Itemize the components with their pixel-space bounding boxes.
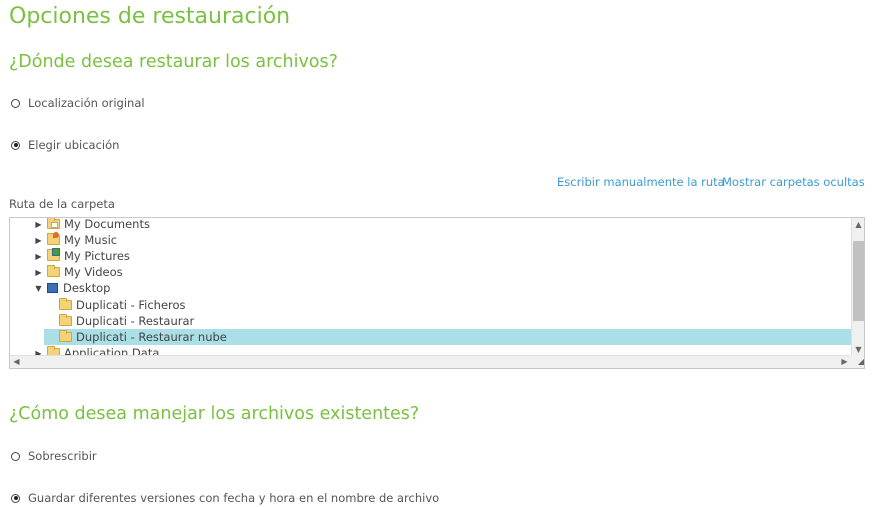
- tree-item-label: My Music: [64, 233, 118, 247]
- radio-label: Localización original: [28, 96, 145, 110]
- folder-icon: [59, 298, 72, 310]
- existing-files-heading: ¿Cómo desea manejar los archivos existen…: [9, 404, 420, 424]
- vertical-scrollbar[interactable]: ▲ ▼: [851, 218, 864, 357]
- radio-label: Guardar diferentes versiones con fecha y…: [28, 491, 440, 505]
- folder-icon: [59, 330, 72, 342]
- tree-item-label: My Videos: [64, 265, 123, 279]
- radio-keep-versions[interactable]: Guardar diferentes versiones con fecha y…: [11, 491, 439, 505]
- radio-button-checked-icon[interactable]: [11, 493, 20, 503]
- tree-item-my-pictures[interactable]: ▶ My Pictures: [34, 248, 130, 264]
- tree-item-duplicati-ficheros[interactable]: Duplicati - Ficheros: [59, 297, 186, 313]
- collapse-arrow-icon[interactable]: ▼: [34, 284, 43, 293]
- restore-location-heading: ¿Dónde desea restaurar los archivos?: [9, 52, 338, 72]
- tree-item-label: Duplicati - Restaurar nube: [76, 330, 227, 344]
- tree-item-label: Duplicati - Restaurar: [76, 314, 195, 328]
- scroll-down-icon[interactable]: ▼: [852, 345, 864, 355]
- tree-item-duplicati-restaurar-nube[interactable]: Duplicati - Restaurar nube: [44, 329, 851, 345]
- radio-original-location[interactable]: Localización original: [11, 96, 145, 110]
- tree-item-my-music[interactable]: ▶ My Music: [34, 232, 117, 248]
- expand-arrow-icon[interactable]: ▶: [34, 252, 43, 261]
- radio-choose-location[interactable]: Elegir ubicación: [11, 138, 119, 152]
- folder-path-label: Ruta de la carpeta: [9, 197, 115, 211]
- folder-documents-icon: [47, 218, 60, 229]
- resize-grip-icon[interactable]: ◢: [850, 355, 864, 368]
- radio-button-icon[interactable]: [11, 98, 20, 108]
- tree-item-label: Desktop: [63, 281, 111, 295]
- folder-music-icon: [47, 232, 60, 245]
- radio-label: Sobrescribir: [28, 449, 97, 463]
- tree-item-duplicati-restaurar[interactable]: Duplicati - Restaurar: [59, 313, 194, 329]
- folder-icon: [47, 265, 60, 277]
- radio-label: Elegir ubicación: [28, 138, 120, 152]
- folder-tree[interactable]: ▶ My Documents ▶ My Music ▶ My Pictures …: [9, 217, 865, 369]
- radio-button-checked-icon[interactable]: [11, 140, 20, 150]
- tree-item-label: My Documents: [64, 217, 150, 231]
- tree-item-desktop[interactable]: ▼ Desktop: [34, 280, 110, 296]
- radio-button-icon[interactable]: [11, 451, 20, 461]
- desktop-icon: [47, 283, 58, 293]
- tree-item-label: Duplicati - Ficheros: [76, 298, 186, 312]
- expand-arrow-icon[interactable]: ▶: [34, 268, 43, 277]
- tree-item-label: My Pictures: [64, 249, 130, 263]
- expand-arrow-icon[interactable]: ▶: [34, 236, 43, 245]
- folder-pictures-icon: [47, 248, 60, 261]
- show-hidden-folders-link[interactable]: Mostrar carpetas ocultas: [722, 175, 865, 189]
- page-title: Opciones de restauración: [9, 4, 291, 29]
- scroll-up-icon[interactable]: ▲: [852, 220, 864, 230]
- radio-overwrite[interactable]: Sobrescribir: [11, 449, 97, 463]
- tree-item-my-documents[interactable]: ▶ My Documents: [34, 217, 150, 232]
- tree-item-my-videos[interactable]: ▶ My Videos: [34, 264, 123, 280]
- expand-arrow-icon[interactable]: ▶: [34, 220, 43, 229]
- vertical-scroll-thumb[interactable]: [853, 241, 864, 321]
- folder-icon: [59, 314, 72, 326]
- scroll-left-icon[interactable]: ◀: [10, 357, 23, 367]
- manual-path-link[interactable]: Escribir manualmente la ruta: [557, 175, 725, 189]
- horizontal-scrollbar[interactable]: ◀ ▶: [10, 355, 851, 368]
